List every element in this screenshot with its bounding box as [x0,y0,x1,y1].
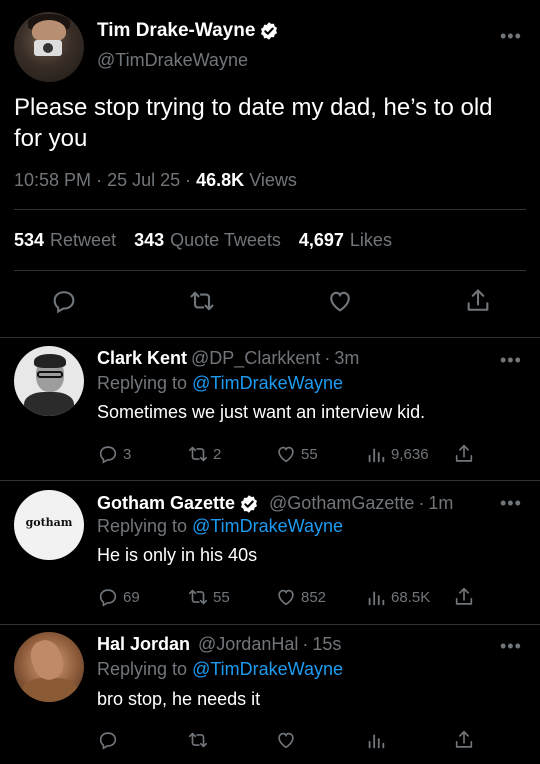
tweet-time[interactable]: 10:58 PM [14,170,91,190]
share-icon [455,444,473,462]
share-icon [455,587,473,605]
retweet-button[interactable] [187,729,213,751]
views-button[interactable] [365,729,391,751]
reply-icon [99,446,117,464]
reply-actions [97,729,497,753]
reply-icon [99,732,117,750]
retweet-icon[interactable] [188,287,216,315]
tweet-date[interactable]: 25 Jul 25 [107,170,180,190]
retweet-button[interactable]: 2 [187,443,221,465]
reply-author-name[interactable]: Hal Jordan [97,634,190,655]
reply-header: Hal Jordan @JordanHal · 15s [97,634,342,655]
reply-tweet[interactable]: Hal Jordan @JordanHal · 15s ••• Replying… [0,625,540,764]
quotes-stat[interactable]: 343 Quote Tweets [134,230,281,251]
reply-header: Gotham Gazette @GothamGazette · 1m [97,493,454,514]
reply-author-name[interactable]: Clark Kent [97,348,187,369]
reply-author-handle[interactable]: @GothamGazette [269,493,414,514]
more-icon[interactable]: ••• [500,350,522,371]
views-icon [368,448,385,463]
divider [14,270,526,271]
like-button[interactable]: 852 [275,586,326,608]
divider [14,209,526,210]
views-icon [368,734,385,749]
likes-stat[interactable]: 4,697 Likes [299,230,392,251]
reply-count: 3 [123,445,132,463]
retweet-count: 55 [213,588,230,606]
reply-count: 69 [123,588,140,606]
more-icon[interactable]: ••• [500,636,522,657]
reply-button[interactable] [97,729,123,751]
main-actions [0,287,540,321]
more-icon[interactable]: ••• [500,493,522,514]
like-icon [278,446,294,463]
views-icon [368,591,385,606]
retweet-button[interactable]: 55 [187,586,230,608]
reply-actions: 3 2 55 9,636 [97,443,497,467]
reply-header: Clark Kent @DP_Clarkkent · 3m [97,348,360,369]
reply-time[interactable]: 15s [312,634,341,655]
share-icon[interactable] [464,287,492,315]
reply-time[interactable]: 3m [334,348,359,369]
views-button[interactable]: 9,636 [365,443,429,465]
replying-to-link[interactable]: @TimDrakeWayne [192,659,343,679]
views-button[interactable]: 68.5K [365,586,430,608]
retweet-icon [188,446,208,462]
reply-time[interactable]: 1m [428,493,453,514]
avatar[interactable]: gotham [14,490,84,560]
like-icon [278,732,294,749]
views-count: 68.5K [391,588,431,606]
reply-actions: 69 55 852 68.5K [97,586,497,610]
reply-author-name[interactable]: Gotham Gazette [97,493,235,514]
retweet-icon [188,732,208,748]
reply-button[interactable]: 3 [97,443,131,465]
like-icon [278,589,294,606]
retweet-icon [188,589,208,605]
share-icon [455,730,473,748]
share-button[interactable] [453,443,475,465]
replying-to: Replying to @TimDrakeWayne [97,516,344,536]
like-icon[interactable] [326,287,354,315]
reply-text: bro stop, he needs it [97,689,261,709]
replying-to-link[interactable]: @TimDrakeWayne [192,516,343,536]
tweet-meta: 10:58 PM · 25 Jul 25 · 46.8K Views [14,170,297,190]
reply-tweet[interactable]: Clark Kent @DP_Clarkkent · 3m ••• Replyi… [0,338,540,480]
replying-to: Replying to @TimDrakeWayne [97,373,344,393]
author-name-row[interactable]: Tim Drake-Wayne [97,20,279,42]
retweet-count: 2 [213,445,222,463]
replying-to: Replying to @TimDrakeWayne [97,659,344,679]
avatar[interactable] [14,346,84,416]
views-count: 46.8K [196,170,245,190]
reply-tweet[interactable]: gotham Gotham Gazette @GothamGazette · 1… [0,481,540,624]
reply-text: Sometimes we just want an interview kid. [97,402,426,422]
reply-author-handle[interactable]: @DP_Clarkkent [191,348,320,369]
views-label: Views [249,170,297,190]
reply-author-handle[interactable]: @JordanHal [198,634,298,655]
author-name[interactable]: Tim Drake-Wayne [97,20,255,42]
reply-button[interactable]: 69 [97,586,140,608]
reply-text: He is only in his 40s [97,545,258,565]
tweet-stats: 534 Retweet 343 Quote Tweets 4,697 Likes [14,230,392,251]
gotham-logo: gotham [25,516,73,529]
reply-icon[interactable] [50,287,78,315]
author-handle[interactable]: @TimDrakeWayne [97,50,248,71]
like-button[interactable] [275,729,301,751]
main-tweet: Tim Drake-Wayne @TimDrakeWayne ••• Pleas… [0,0,540,337]
share-button[interactable] [453,729,475,751]
like-button[interactable]: 55 [275,443,318,465]
tweet-text: Please stop trying to date my dad, he’s … [14,94,493,152]
avatar[interactable] [14,632,84,702]
retweets-stat[interactable]: 534 Retweet [14,230,116,251]
like-count: 55 [301,445,318,463]
replying-to-link[interactable]: @TimDrakeWayne [192,373,343,393]
like-count: 852 [301,588,327,606]
verified-badge-icon [241,494,258,513]
more-icon[interactable]: ••• [500,26,522,47]
share-button[interactable] [453,586,475,608]
verified-badge-icon [261,22,278,40]
avatar[interactable] [14,12,84,82]
reply-icon [99,589,117,607]
views-count: 9,636 [391,445,429,463]
